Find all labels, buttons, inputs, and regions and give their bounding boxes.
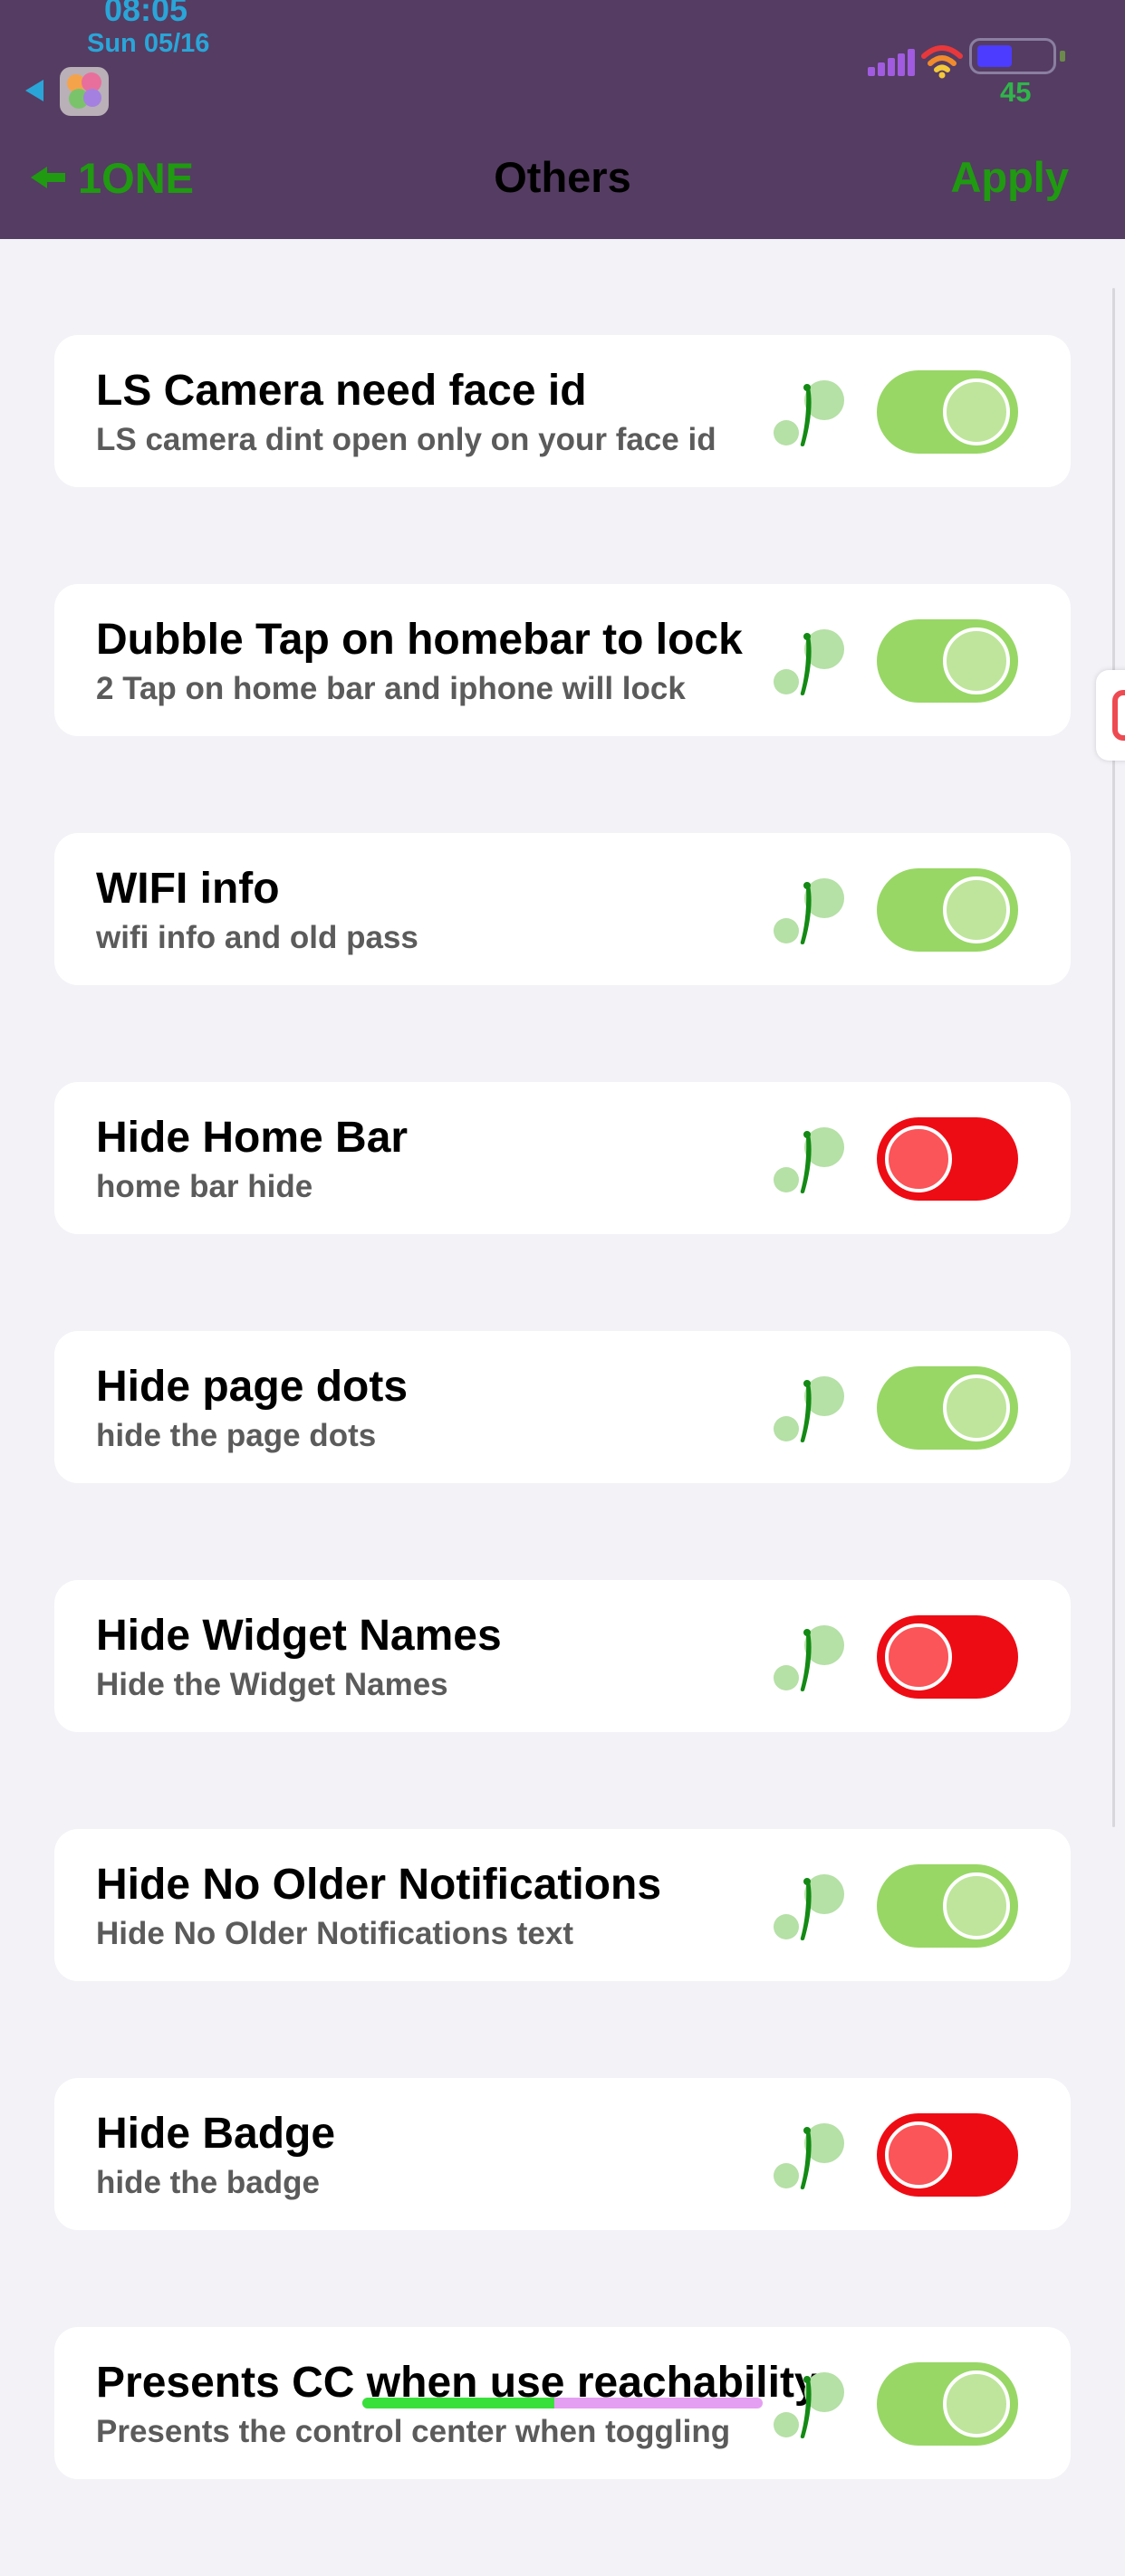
scroll-indicator[interactable]	[1112, 288, 1115, 1827]
setting-card: Hide No Older Notifications Hide No Older…	[54, 1829, 1071, 1981]
toggle-knob	[943, 876, 1010, 943]
setting-description: LS camera dint open only on your face id	[96, 422, 716, 457]
setting-toggle[interactable]	[877, 1366, 1018, 1450]
top-header: 08:05 Sun 05/16 45 1ONE Others Apply	[0, 0, 1125, 239]
setting-toggle[interactable]	[877, 1117, 1018, 1201]
setting-toggle[interactable]	[877, 2362, 1018, 2446]
toggle-knob	[943, 1374, 1010, 1441]
toggle-knob	[943, 378, 1010, 445]
leaf-icon	[774, 2369, 850, 2445]
setting-description: Hide the Widget Names	[96, 1667, 448, 1702]
app-icon	[60, 67, 109, 116]
leaf-icon	[774, 1622, 850, 1698]
leaf-icon	[774, 875, 850, 951]
setting-title: Hide page dots	[96, 1363, 409, 1411]
toggle-knob	[885, 1125, 952, 1192]
status-date: Sun 05/16	[87, 29, 210, 58]
setting-title: Dubble Tap on homebar to lock	[96, 616, 743, 664]
side-handle-tab[interactable]	[1096, 670, 1125, 761]
setting-toggle[interactable]	[877, 1864, 1018, 1948]
leaf-icon	[774, 377, 850, 453]
settings-list: LS Camera need face id LS camera dint ope…	[54, 335, 1071, 2576]
setting-card: Hide Badge hide the badge	[54, 2078, 1071, 2230]
setting-description: Hide No Older Notifications text	[96, 1916, 573, 1951]
setting-description: 2 Tap on home bar and iphone will lock	[96, 671, 686, 706]
battery-icon	[969, 38, 1056, 74]
setting-card: Dubble Tap on homebar to lock 2 Tap on ho…	[54, 584, 1071, 736]
leaf-icon	[774, 1373, 850, 1449]
leaf-icon	[774, 626, 850, 702]
setting-card: Hide Widget Names Hide the Widget Names	[54, 1580, 1071, 1732]
wifi-icon	[921, 45, 963, 79]
setting-card: Hide Home Bar home bar hide	[54, 1082, 1071, 1234]
toggle-knob	[943, 627, 1010, 694]
setting-card: LS Camera need face id LS camera dint ope…	[54, 335, 1071, 487]
status-time: 08:05	[104, 0, 188, 28]
leaf-icon	[774, 2120, 850, 2196]
toggle-knob	[943, 1872, 1010, 1939]
setting-title: Hide Widget Names	[96, 1612, 502, 1660]
setting-description: Presents the control center when togglin…	[96, 2414, 731, 2449]
setting-title: WIFI info	[96, 865, 280, 913]
setting-description: wifi info and old pass	[96, 920, 418, 955]
toggle-knob	[885, 2121, 952, 2188]
leaf-icon	[774, 1871, 850, 1947]
setting-toggle[interactable]	[877, 370, 1018, 454]
setting-description: hide the page dots	[96, 1418, 377, 1453]
home-indicator[interactable]	[362, 2398, 763, 2408]
setting-toggle[interactable]	[877, 619, 1018, 703]
leaf-icon	[774, 1124, 850, 1200]
setting-toggle[interactable]	[877, 2113, 1018, 2197]
setting-title: Hide Home Bar	[96, 1114, 409, 1162]
battery-level: 45	[1000, 76, 1032, 108]
cellular-signal-icon	[868, 49, 917, 76]
apply-button[interactable]: Apply	[950, 152, 1069, 203]
setting-title: LS Camera need face id	[96, 367, 587, 415]
setting-title: Hide No Older Notifications	[96, 1861, 662, 1909]
setting-description: hide the badge	[96, 2165, 320, 2200]
setting-toggle[interactable]	[877, 1615, 1018, 1699]
setting-card: Hide page dots hide the page dots	[54, 1331, 1071, 1483]
setting-description: home bar hide	[96, 1169, 313, 1204]
back-to-app-icon[interactable]	[25, 80, 43, 101]
setting-card: WIFI info wifi info and old pass	[54, 833, 1071, 985]
home-indicator-progress	[362, 2398, 555, 2408]
battery-tip	[1060, 51, 1065, 62]
toggle-knob	[943, 2370, 1010, 2437]
setting-toggle[interactable]	[877, 868, 1018, 952]
setting-title: Hide Badge	[96, 2110, 336, 2158]
toggle-knob	[885, 1623, 952, 1690]
